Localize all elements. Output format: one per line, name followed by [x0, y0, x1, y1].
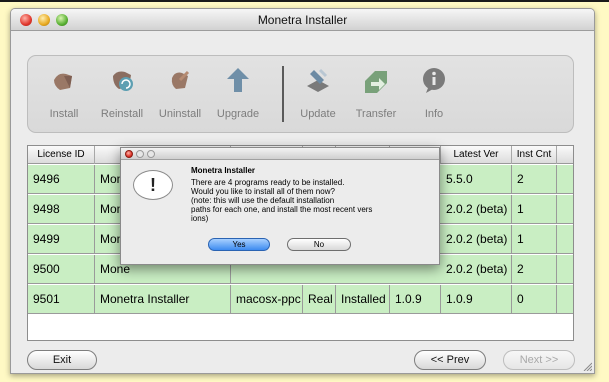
cell-license-id: 9496	[28, 165, 95, 194]
toolbar: Install Reinstall Uninstall Upgrade Upda…	[27, 55, 574, 133]
dialog-message: There are 4 programs ready to be install…	[191, 178, 373, 223]
update-button[interactable]: Update	[294, 66, 342, 120]
upgrade-button[interactable]: Upgrade	[214, 66, 262, 120]
reinstall-icon	[113, 71, 133, 91]
uninstall-button[interactable]: Uninstall	[156, 66, 204, 120]
alert-icon: !	[133, 170, 173, 200]
cell-program: Monetra Installer	[95, 285, 231, 314]
cell-inst-cnt: 2	[512, 255, 557, 284]
cell-license-id: 9500	[28, 255, 95, 284]
cell-license-id: 9499	[28, 225, 95, 254]
column-header-latest-ver[interactable]: Latest Ver	[441, 146, 512, 164]
reinstall-button[interactable]: Reinstall	[98, 66, 146, 120]
resize-grip-icon[interactable]	[582, 361, 592, 371]
column-header-license-id[interactable]: License ID	[28, 146, 95, 164]
cell-inst-cnt: 0	[512, 285, 557, 314]
info-icon	[423, 68, 445, 93]
cell-latest-ver: 2.0.2 (beta)	[441, 225, 512, 254]
install-icon	[54, 73, 72, 90]
minimize-window-button[interactable]	[38, 14, 50, 26]
prev-button[interactable]: << Prev	[414, 350, 486, 370]
cell-platform: macosx-ppc	[231, 285, 303, 314]
cell-inst-cnt: 1	[512, 225, 557, 254]
cell-inst-cnt: 2	[512, 165, 557, 194]
top-border-line	[0, 0, 609, 2]
confirm-dialog: ! Monetra Installer There are 4 programs…	[120, 147, 440, 265]
dialog-zoom-button[interactable]	[147, 150, 155, 158]
cell-type: Real	[303, 285, 336, 314]
info-button[interactable]: Info	[410, 66, 458, 120]
dialog-title-bar[interactable]	[121, 148, 439, 160]
title-bar[interactable]: Monetra Installer	[11, 9, 594, 31]
column-header-inst-cnt[interactable]: Inst Cnt	[512, 146, 557, 164]
zoom-window-button[interactable]	[56, 14, 68, 26]
transfer-icon	[365, 71, 387, 93]
cell-license-id: 9498	[28, 195, 95, 224]
yes-button[interactable]: Yes	[208, 238, 270, 251]
cell-latest-ver: 1.0.9	[441, 285, 512, 314]
close-window-button[interactable]	[20, 14, 32, 26]
update-icon	[307, 68, 329, 92]
transfer-button[interactable]: Transfer	[352, 66, 400, 120]
cell-license-id: 9501	[28, 285, 95, 314]
cell-installed-ver: 1.0.9	[390, 285, 441, 314]
cell-latest-ver: 2.0.2 (beta)	[441, 195, 512, 224]
next-button[interactable]: Next >>	[503, 350, 575, 370]
table-row[interactable]: 9501 Monetra Installer macosx-ppc Real I…	[28, 285, 573, 314]
cell-inst-cnt: 1	[512, 195, 557, 224]
no-button[interactable]: No	[287, 238, 351, 251]
install-button[interactable]: Install	[40, 66, 88, 120]
window-title: Monetra Installer	[257, 13, 348, 27]
toolbar-separator	[282, 66, 284, 122]
cell-status: Installed	[336, 285, 390, 314]
dialog-title: Monetra Installer	[191, 166, 256, 175]
cell-latest-ver: 5.5.0	[441, 165, 512, 194]
upgrade-icon	[227, 68, 249, 92]
uninstall-icon	[171, 70, 190, 89]
dialog-close-button[interactable]	[125, 150, 133, 158]
exit-button[interactable]: Exit	[27, 350, 97, 370]
cell-latest-ver: 2.0.2 (beta)	[441, 255, 512, 284]
dialog-minimize-button[interactable]	[136, 150, 144, 158]
